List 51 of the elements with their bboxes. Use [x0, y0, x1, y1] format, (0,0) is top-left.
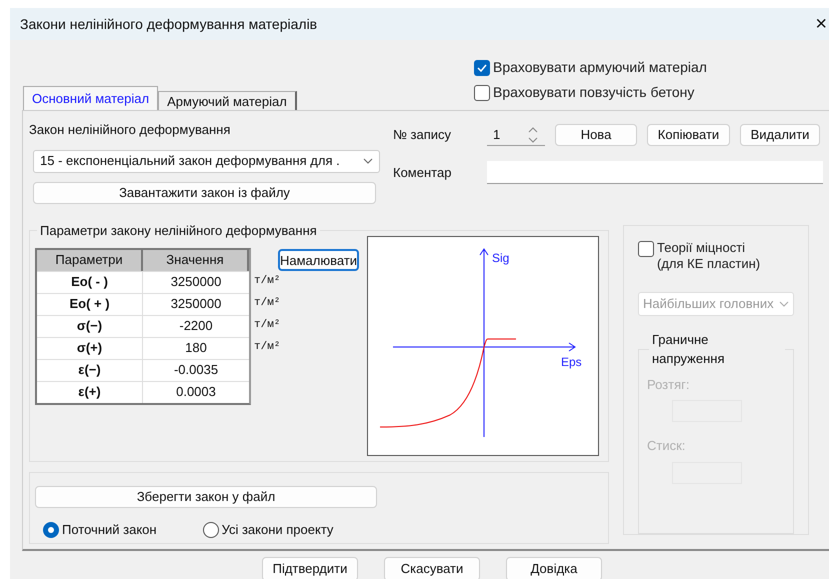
tab[interactable]: Армуючий матеріал: [158, 91, 297, 110]
checkbox[interactable]: [474, 60, 490, 76]
checkmark-icon: [477, 64, 487, 72]
field-label: Стиск:: [647, 437, 686, 456]
table-cell: ε(+): [37, 382, 143, 402]
chevron-down-icon: [779, 300, 789, 307]
checkbox-label: Враховувати армуючий матеріал: [493, 59, 707, 75]
unit-label: т/м²: [254, 340, 280, 356]
unit-label: т/м²: [254, 318, 280, 334]
button[interactable]: Копіювати: [647, 124, 730, 146]
checkbox-label: Теорії міцності (для КЕ пластин): [657, 240, 760, 272]
radio-label: Поточний закон: [62, 521, 157, 539]
button[interactable]: Скасувати: [384, 557, 480, 579]
dropdown-value: Найбільших головних: [643, 295, 774, 314]
radio-button[interactable]: [43, 522, 59, 538]
tab[interactable]: Основний матеріал: [23, 86, 158, 110]
table-cell-text: -0.0035: [172, 361, 220, 380]
record-spinner[interactable]: 1: [487, 124, 545, 146]
button[interactable]: Довідка: [506, 557, 602, 579]
table-cell-text: -2200: [178, 317, 214, 336]
table-cell-text: 3250000: [170, 295, 222, 314]
draw-button[interactable]: Намалювати: [278, 248, 359, 270]
group-title: Параметри закону нелінійного деформування: [39, 222, 318, 240]
button[interactable]: Підтвердити: [262, 557, 358, 579]
dropdown-value: 15 - експоненціальний закон деформування для .: [40, 152, 340, 170]
close-button[interactable]: ×: [815, 14, 829, 34]
unit-label: т/м²: [254, 296, 280, 312]
table-cell-text: 180: [184, 339, 208, 358]
field-label: Коментар: [393, 164, 452, 182]
comment-field[interactable]: [487, 161, 823, 184]
window-title: Закони нелінійного деформування матеріалів: [20, 14, 318, 34]
law-dropdown[interactable]: 15 - експоненціальний закон деформування для .: [33, 150, 380, 172]
axis-label: Eps: [561, 354, 582, 370]
group-title: Граничне напруження: [651, 330, 726, 368]
unit-label: т/м²: [254, 274, 280, 290]
axis-label: Sig: [492, 250, 510, 266]
table-cell-text: 3250000: [170, 273, 222, 292]
button[interactable]: Видалити: [740, 124, 820, 146]
radio-label: Усі закони проекту: [222, 521, 334, 539]
spinner-value: 1: [492, 126, 502, 144]
field-label: Розтяг:: [647, 376, 690, 394]
button[interactable]: Зберегти закон у файл: [35, 486, 377, 508]
button[interactable]: Нова: [555, 124, 637, 146]
field-label: № запису: [393, 126, 452, 144]
button[interactable]: Завантажити закон із файлу: [33, 182, 376, 204]
checkbox[interactable]: [474, 85, 490, 101]
checkbox-label: Враховувати повзучість бетону: [493, 84, 694, 100]
radio-button[interactable]: [202, 522, 219, 538]
table-cell-text: 0.0003: [175, 383, 217, 402]
chevron-down-icon: [363, 158, 373, 164]
field-label: Закон нелінійного деформування: [29, 121, 232, 139]
